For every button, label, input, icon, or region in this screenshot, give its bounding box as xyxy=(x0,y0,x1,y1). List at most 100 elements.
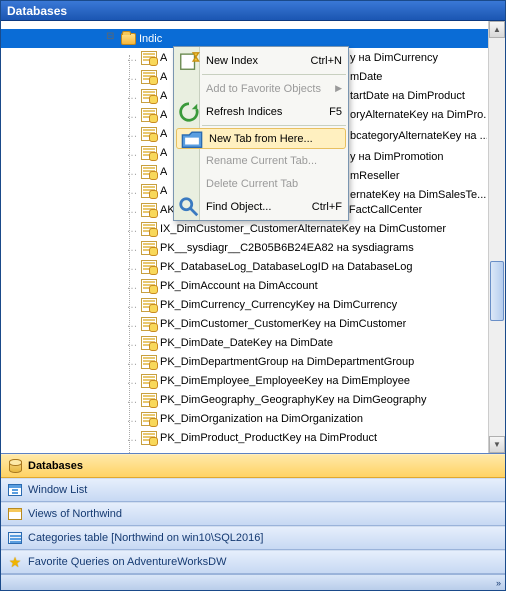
tree-node-index[interactable]: … PK_DimCurrency_CurrencyKey на DimCurre… xyxy=(1,295,505,314)
tree-node-label-partial: tartDate на DimProduct xyxy=(350,86,487,105)
tree-node-label-partial: mDate xyxy=(350,67,487,86)
tree-node-index[interactable]: … PK_DimProduct_ProductKey на DimProduct xyxy=(1,428,505,447)
nav-panel-views-of-northwind[interactable]: Views of Northwind xyxy=(1,502,505,526)
index-icon xyxy=(141,202,157,218)
tree-node-label: PK__sysdiagr__C2B05B6B24EA82 на sysdiagr… xyxy=(160,242,414,254)
tree-connector: … xyxy=(123,318,141,330)
nav-panel-label: Views of Northwind xyxy=(28,508,122,520)
folder-icon xyxy=(120,31,136,47)
tree-connector: … xyxy=(123,432,141,444)
index-icon xyxy=(141,107,157,123)
tree-node-label-partial: mReseller xyxy=(350,166,487,185)
index-icon xyxy=(141,297,157,313)
tree-node-label: A xyxy=(160,109,167,121)
chevron-expand-icon[interactable]: » xyxy=(496,578,499,588)
index-icon xyxy=(141,145,157,161)
tab-icon xyxy=(181,128,203,150)
menu-item-new-index[interactable]: New IndexCtrl+N xyxy=(174,49,348,72)
menu-item-label: Add to Favorite Objects xyxy=(200,83,335,95)
blank-icon xyxy=(178,78,200,100)
tree-node-label: PK_DimProduct_ProductKey на DimProduct xyxy=(160,432,377,444)
tree-node-index[interactable]: … PK__sysdiagr__C2B05B6B24EA82 на sysdia… xyxy=(1,238,505,257)
tree-node-label: A xyxy=(160,185,167,197)
tree-connector: … xyxy=(123,166,141,178)
tree-connector: … xyxy=(123,185,141,197)
tree-connector: … xyxy=(123,280,141,292)
nav-panel-databases[interactable]: Databases xyxy=(1,454,505,478)
tree-node-index[interactable]: … IX_DimCustomer_CustomerAlternateKey на… xyxy=(1,219,505,238)
menu-item-label: New Tab from Here... xyxy=(203,133,345,145)
nav-panel-favorite-queries-on-adventureworksdw[interactable]: ★ Favorite Queries on AdventureWorksDW xyxy=(1,550,505,574)
tree-node-label: PK_DimEmployee_EmployeeKey на DimEmploye… xyxy=(160,375,410,387)
blank-icon xyxy=(178,173,200,195)
tree-area: Indic … A … A … A … A … A … A … A … A … … xyxy=(1,21,505,453)
tree-node-index[interactable]: … PK_DimOrganization на DimOrganization xyxy=(1,409,505,428)
tree-node-label: Indic xyxy=(139,33,162,45)
menu-item-add-to-favorite-objects: Add to Favorite Objects▶ xyxy=(174,77,348,100)
tree-node-label-partial: oryAlternateKey на DimPro... xyxy=(350,105,487,124)
index-icon xyxy=(141,430,157,446)
tree-node-label: A xyxy=(160,166,167,178)
database-explorer-window: Databases Indic … A … A … A … A … A … A … xyxy=(0,0,506,591)
tree-node-label: A xyxy=(160,128,167,140)
index-icon xyxy=(141,316,157,332)
context-menu: New IndexCtrl+NAdd to Favorite Objects▶R… xyxy=(173,46,349,221)
tree-connector: … xyxy=(123,299,141,311)
tree-connector: … xyxy=(123,128,141,140)
index-icon xyxy=(141,50,157,66)
tree-node-index[interactable]: … PK_DimDate_DateKey на DimDate xyxy=(1,333,505,352)
star-icon: ★ xyxy=(7,554,23,570)
nav-panel-categories-table-northwind-on-win10-sql2016[interactable]: Categories table [Northwind on win10\SQL… xyxy=(1,526,505,550)
tree-node-index[interactable]: … PK_DatabaseLog_DatabaseLogID на Databa… xyxy=(1,257,505,276)
footer-bar: » xyxy=(1,574,505,590)
menu-item-new-tab-from-here[interactable]: New Tab from Here... xyxy=(176,128,346,149)
tree-node-label: PK_DimGeography_GeographyKey на DimGeogr… xyxy=(160,394,427,406)
menu-item-delete-current-tab: Delete Current Tab xyxy=(174,172,348,195)
tree-node-label: A xyxy=(160,52,167,64)
index-icon xyxy=(141,278,157,294)
tree-node-label-partial: y на DimCurrency xyxy=(350,48,487,67)
nav-panel-window-list[interactable]: Window List xyxy=(1,478,505,502)
window-title: Databases xyxy=(7,4,67,18)
tree-connector: … xyxy=(123,261,141,273)
tree-node-label: A xyxy=(160,71,167,83)
tree-node-label: IX_DimCustomer_CustomerAlternateKey на D… xyxy=(160,223,446,235)
menu-item-refresh-indices[interactable]: Refresh IndicesF5 xyxy=(174,100,348,123)
menu-item-shortcut: F5 xyxy=(329,106,348,118)
refresh-icon xyxy=(178,101,200,123)
index-icon xyxy=(141,221,157,237)
menu-item-find-object[interactable]: Find Object...Ctrl+F xyxy=(174,195,348,218)
index-icon xyxy=(141,392,157,408)
scroll-thumb[interactable] xyxy=(490,261,504,321)
menu-item-shortcut: Ctrl+F xyxy=(312,201,348,213)
tree-node-label: PK_DimOrganization на DimOrganization xyxy=(160,413,363,425)
tree-node-index[interactable]: … PK_DimEmployee_EmployeeKey на DimEmplo… xyxy=(1,371,505,390)
scroll-track[interactable] xyxy=(489,38,505,436)
tree-node-label: PK_DimDepartmentGroup на DimDepartmentGr… xyxy=(160,356,414,368)
scroll-up-button[interactable]: ▲ xyxy=(489,21,505,38)
collapse-icon[interactable] xyxy=(106,33,118,45)
tree-node-label: PK_DimCurrency_CurrencyKey на DimCurrenc… xyxy=(160,299,397,311)
scroll-down-button[interactable]: ▼ xyxy=(489,436,505,453)
tree-connector: … xyxy=(123,375,141,387)
index-icon xyxy=(141,183,157,199)
tree-connector: … xyxy=(123,90,141,102)
window-titlebar: Databases xyxy=(1,1,505,21)
tree-node-label: PK_DimAccount на DimAccount xyxy=(160,280,318,292)
tree-node-label-partial: bcategoryAlternateKey на ... xyxy=(350,124,487,147)
cat-icon xyxy=(7,530,23,546)
tree-connector: … xyxy=(123,52,141,64)
nav-panel-label: Categories table [Northwind on win10\SQL… xyxy=(28,532,263,544)
menu-item-label: Refresh Indices xyxy=(200,106,329,118)
index-icon xyxy=(141,164,157,180)
tree-node-index[interactable]: … PK_DimCustomer_CustomerKey на DimCusto… xyxy=(1,314,505,333)
tree-node-index[interactable]: … PK_DimAccount на DimAccount xyxy=(1,276,505,295)
vertical-scrollbar[interactable]: ▲ ▼ xyxy=(488,21,505,453)
tree-node-index[interactable]: … PK_DimDepartmentGroup на DimDepartment… xyxy=(1,352,505,371)
tree-node-index[interactable]: … PK_DimGeography_GeographyKey на DimGeo… xyxy=(1,390,505,409)
win-icon xyxy=(7,482,23,498)
menu-separator xyxy=(202,74,346,75)
menu-item-label: Delete Current Tab xyxy=(200,178,348,190)
tree-connector: … xyxy=(123,242,141,254)
find-icon xyxy=(178,196,200,218)
